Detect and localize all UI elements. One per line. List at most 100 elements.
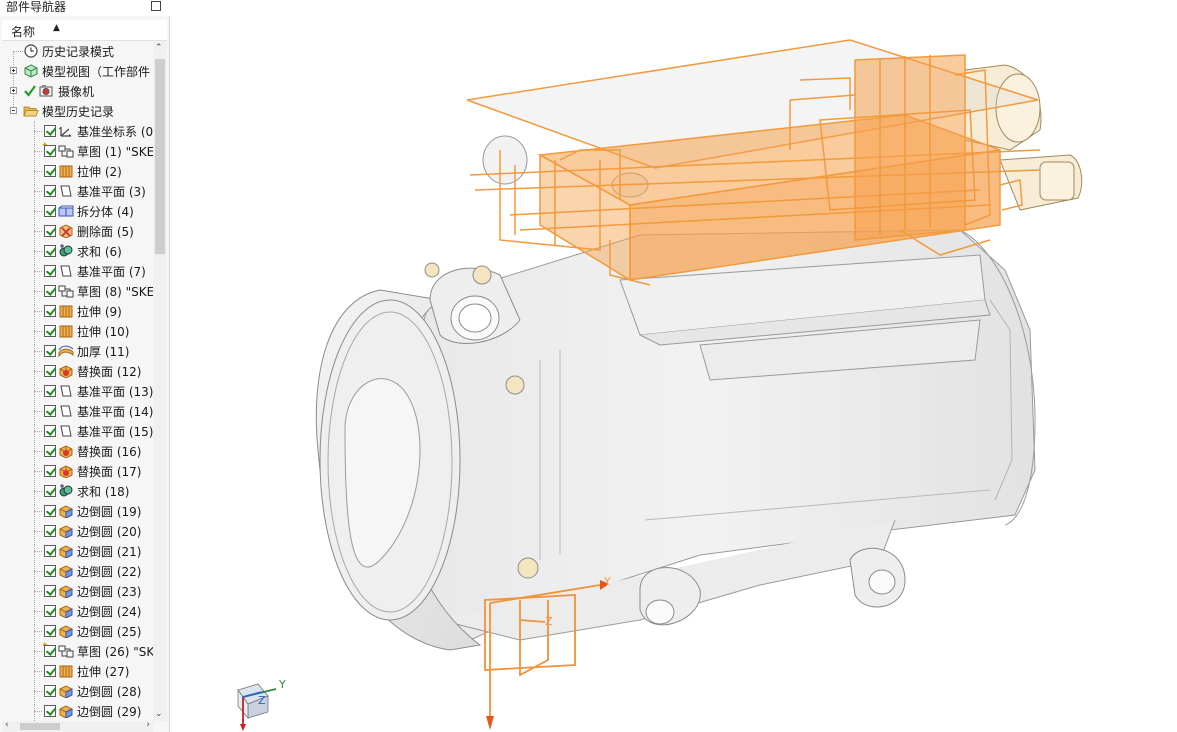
feature-row[interactable]: 拆分体 (4) [2,201,153,221]
visibility-checkbox[interactable] [44,505,56,517]
feature-label: 替换面 (12) [77,365,142,379]
edge-blend-icon [59,525,73,538]
datum-plane-icon [60,265,72,277]
feature-row[interactable]: 替换面 (16) [2,441,153,461]
visibility-checkbox[interactable] [44,165,56,177]
electric-compressor-model[interactable]: Y Z Y Z [171,0,1177,732]
visibility-checkbox[interactable] [44,365,56,377]
edge-blend-icon [59,505,73,518]
visibility-checkbox[interactable] [44,605,56,617]
feature-row[interactable]: 拉伸 (2) [2,161,153,181]
visibility-checkbox[interactable] [44,565,56,577]
feature-row[interactable]: ✦草图 (1) "SKE [2,141,153,161]
feature-row[interactable]: 求和 (18) [2,481,153,501]
node-model-history[interactable]: 模型历史记录 [2,101,153,121]
scroll-right-icon[interactable]: › [146,720,150,730]
feature-row[interactable]: 基准平面 (15) [2,421,153,441]
feature-row[interactable]: 边倒圆 (19) [2,501,153,521]
visibility-checkbox[interactable] [44,585,56,597]
feature-row[interactable]: 基准平面 (13) [2,381,153,401]
replace-face-icon [59,445,73,458]
visibility-checkbox[interactable] [44,325,56,337]
visibility-checkbox[interactable] [44,145,56,157]
visibility-checkbox[interactable] [44,545,56,557]
visibility-checkbox[interactable] [44,465,56,477]
feature-label: 草图 (1) "SKE [77,145,153,159]
visibility-checkbox[interactable] [44,285,56,297]
view-triad[interactable] [237,683,277,731]
node-cameras[interactable]: 摄像机 [2,81,153,101]
visibility-checkbox[interactable] [44,405,56,417]
column-header-name[interactable]: 名称 ▲ [2,20,167,41]
visibility-checkbox[interactable] [44,625,56,637]
feature-tree[interactable]: 历史记录模式 模型视图（工作部件 摄像机 模型历史记录 基准坐标系 (0 草图 … [2,41,153,721]
horizontal-scrollbar[interactable]: ‹ › [2,720,153,732]
visibility-checkbox[interactable] [44,185,56,197]
feature-label: 拉伸 (9) [77,305,122,319]
visibility-checkbox[interactable] [44,385,56,397]
visibility-checkbox[interactable] [44,225,56,237]
node-history-mode[interactable]: 历史记录模式 [2,41,153,61]
feature-row[interactable]: 基准平面 (3) [2,181,153,201]
collapse-icon[interactable] [10,107,17,114]
visibility-checkbox[interactable] [44,665,56,677]
feature-row[interactable]: 基准平面 (14) [2,401,153,421]
feature-row[interactable]: 边倒圆 (22) [2,561,153,581]
feature-row[interactable]: 替换面 (12) [2,361,153,381]
feature-row[interactable]: 删除面 (5) [2,221,153,241]
feature-row[interactable]: 边倒圆 (24) [2,601,153,621]
camera-icon [39,85,53,97]
visibility-checkbox[interactable] [44,525,56,537]
visibility-checkbox[interactable] [44,245,56,257]
feature-row[interactable]: 边倒圆 (25) [2,621,153,641]
feature-row[interactable]: 求和 (6) [2,241,153,261]
edge-blend-icon [59,565,73,578]
expand-icon[interactable] [10,67,17,74]
feature-row[interactable]: 基准坐标系 (0 [2,121,153,141]
expand-icon[interactable] [10,87,17,94]
scroll-up-icon[interactable]: ⌃ [155,43,163,53]
split-body-icon [58,205,74,217]
sort-ascending-icon[interactable]: ▲ [53,23,60,33]
graphics-window[interactable]: Y Z Y Z [171,0,1177,732]
visibility-checkbox[interactable] [44,425,56,437]
feature-row[interactable]: 边倒圆 (29) [2,701,153,721]
visibility-checkbox[interactable] [44,485,56,497]
visibility-checkbox[interactable] [44,685,56,697]
visibility-checkbox[interactable] [44,205,56,217]
visibility-checkbox[interactable] [44,345,56,357]
visibility-checkbox[interactable] [44,645,56,657]
thicken-icon [58,345,74,358]
feature-row[interactable]: 边倒圆 (28) [2,681,153,701]
feature-row[interactable]: 基准平面 (7) [2,261,153,281]
scroll-down-icon[interactable]: ⌄ [155,709,163,719]
extrude-icon [59,165,73,178]
feature-row[interactable]: 替换面 (17) [2,461,153,481]
feature-row[interactable]: 加厚 (11) [2,341,153,361]
feature-row[interactable]: 边倒圆 (20) [2,521,153,541]
feature-label: 边倒圆 (24) [77,605,142,619]
visibility-checkbox[interactable] [44,305,56,317]
visibility-checkbox[interactable] [44,705,56,717]
feature-row[interactable]: ✦草图 (26) "SK [2,641,153,661]
visibility-checkbox[interactable] [44,125,56,137]
feature-row[interactable]: 边倒圆 (21) [2,541,153,561]
vertical-scrollbar[interactable]: ⌃ ⌄ [153,41,167,721]
visibility-checkbox[interactable] [44,445,56,457]
scroll-thumb[interactable] [155,59,165,254]
extrude-icon [59,325,73,338]
triad-label-z: Z [258,694,266,707]
feature-row[interactable]: 拉伸 (27) [2,661,153,681]
datum-csys-icon [59,126,72,137]
datum-plane-icon [60,185,72,197]
feature-row[interactable]: 拉伸 (9) [2,301,153,321]
node-model-views[interactable]: 模型视图（工作部件 [2,61,153,81]
green-check-icon [24,85,36,97]
feature-row[interactable]: 拉伸 (10) [2,321,153,341]
scroll-left-icon[interactable]: ‹ [5,720,9,730]
scroll-thumb[interactable] [20,723,60,730]
feature-row[interactable]: 草图 (8) "SKE [2,281,153,301]
maximize-icon[interactable] [151,1,161,11]
visibility-checkbox[interactable] [44,265,56,277]
feature-row[interactable]: 边倒圆 (23) [2,581,153,601]
